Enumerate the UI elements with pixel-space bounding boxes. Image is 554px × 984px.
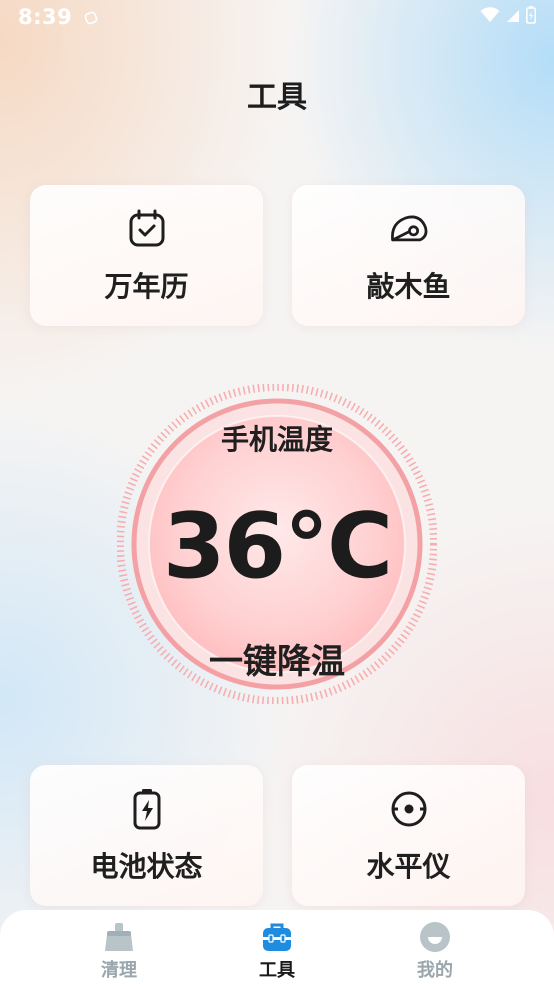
status-time: 8:39 bbox=[18, 5, 73, 29]
tab-clean-label: 清理 bbox=[101, 960, 137, 981]
level-icon bbox=[389, 789, 429, 829]
level-label: 水平仪 bbox=[366, 850, 451, 883]
signal-icon bbox=[506, 8, 520, 27]
status-icons bbox=[480, 6, 536, 28]
calendar-label: 万年历 bbox=[104, 270, 189, 303]
tab-tools[interactable]: 工具 bbox=[227, 910, 327, 982]
notification-icon bbox=[84, 10, 98, 25]
tab-clean[interactable]: 清理 bbox=[69, 910, 169, 982]
calendar-icon bbox=[127, 209, 167, 249]
page-title: 工具 bbox=[247, 80, 307, 115]
cool-down-button[interactable]: 一键降温 bbox=[117, 634, 437, 683]
temperature-gauge[interactable]: 手机温度 36℃ 一键降温 bbox=[117, 384, 437, 704]
tab-tools-label: 工具 bbox=[259, 960, 295, 981]
broom-icon bbox=[102, 920, 136, 954]
tab-mine-label: 我的 bbox=[417, 960, 453, 981]
profile-icon bbox=[418, 920, 452, 954]
wifi-icon bbox=[480, 7, 500, 27]
tab-mine[interactable]: 我的 bbox=[385, 910, 485, 982]
status-bar: 8:39 bbox=[0, 0, 554, 34]
wooden-fish-card[interactable]: 敲木鱼 bbox=[292, 185, 525, 326]
gauge-title: 手机温度 bbox=[220, 423, 333, 456]
bottom-tab-bar: 清理 工具 我的 bbox=[0, 910, 554, 984]
battery-icon bbox=[127, 789, 167, 830]
calendar-card[interactable]: 万年历 bbox=[30, 185, 263, 326]
toolbox-icon bbox=[260, 920, 294, 954]
temperature-value: 36℃ bbox=[162, 494, 393, 599]
wooden-fish-icon bbox=[389, 209, 429, 249]
wooden-fish-label: 敲木鱼 bbox=[366, 270, 451, 303]
battery-status-label: 电池状态 bbox=[90, 850, 203, 883]
battery-status-icon bbox=[526, 6, 536, 28]
level-card[interactable]: 水平仪 bbox=[292, 765, 525, 906]
battery-status-card[interactable]: 电池状态 bbox=[30, 765, 263, 906]
